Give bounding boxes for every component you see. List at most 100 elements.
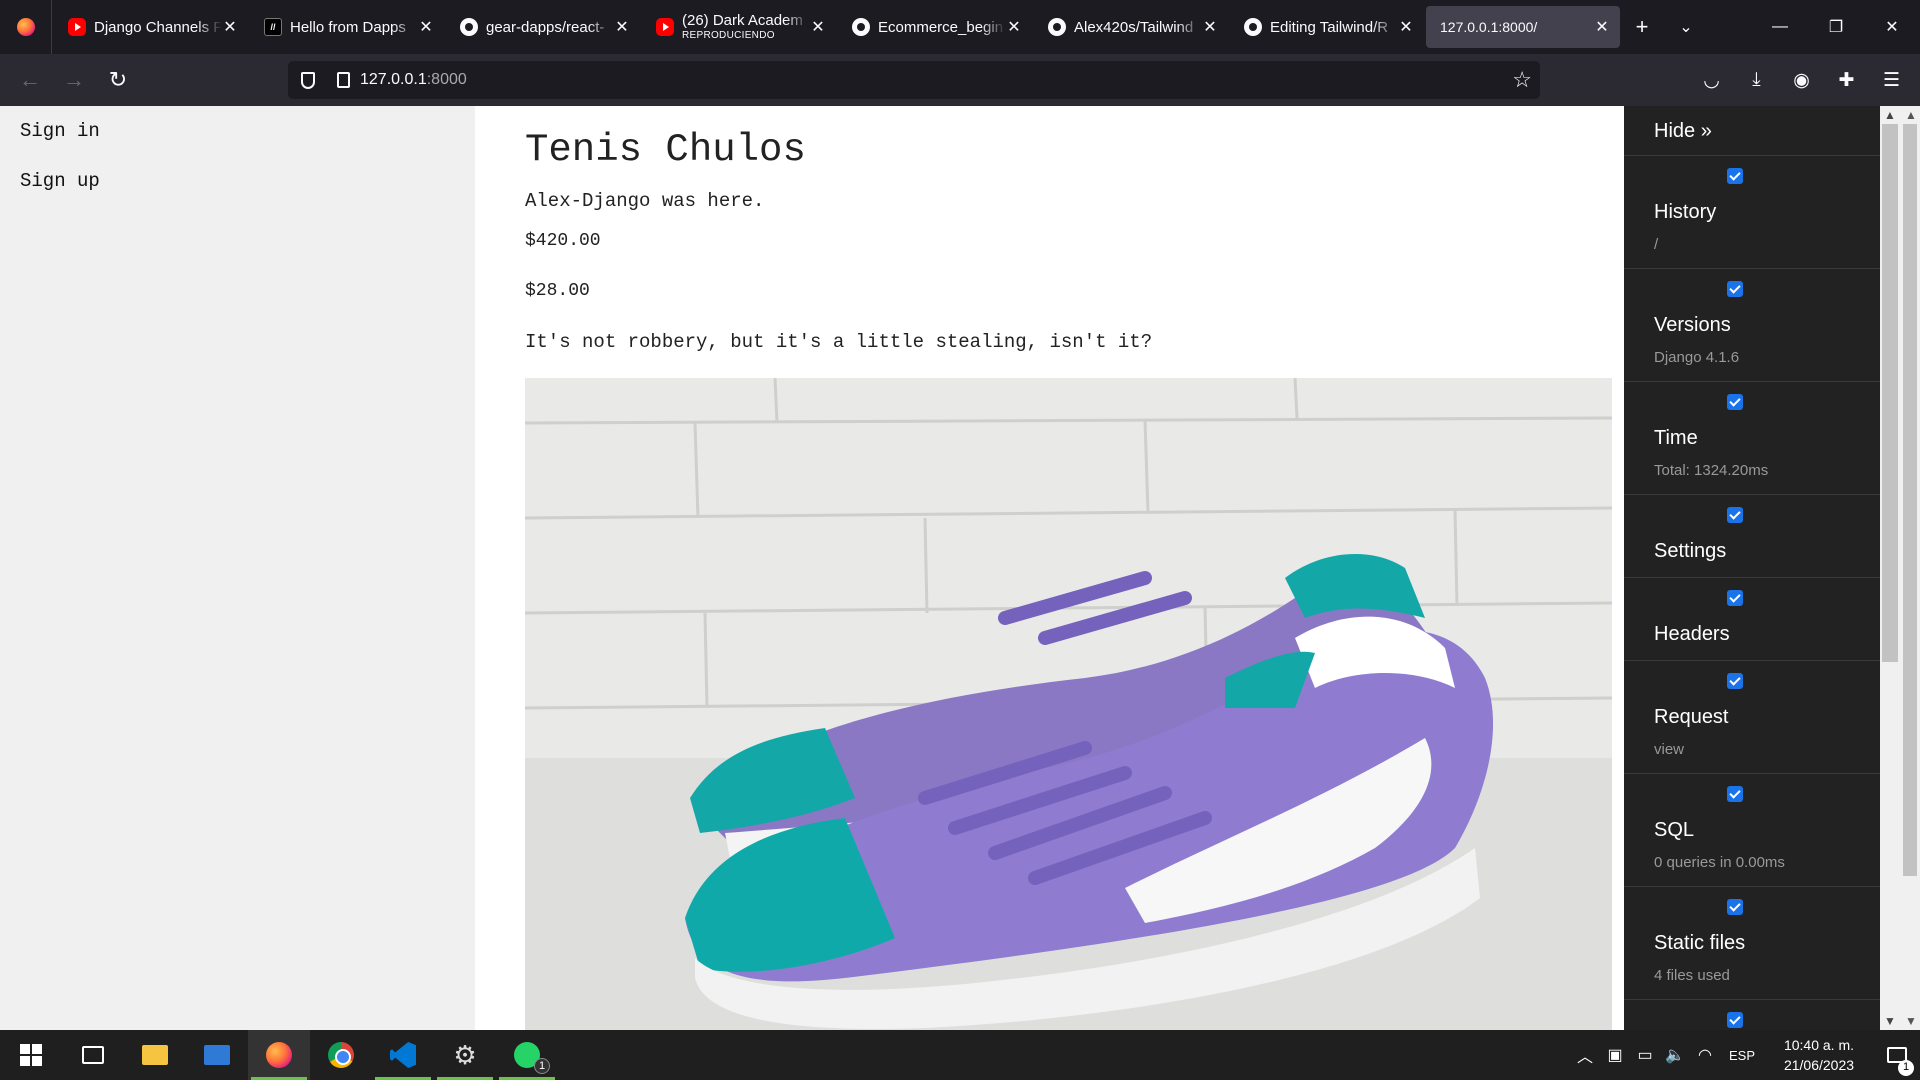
nav-bar: ← → ↻ 127.0.0.1:8000 ☆ ◡ ⤓ ◉ ✚ ☰ bbox=[0, 54, 1920, 106]
panel-static-files[interactable]: Static files 4 files used bbox=[1624, 887, 1880, 1000]
back-button[interactable]: ← bbox=[8, 60, 52, 100]
page-info-icon[interactable] bbox=[328, 72, 358, 88]
meet-now-icon[interactable]: ▣ bbox=[1600, 1045, 1630, 1065]
scroll-down-icon[interactable]: ▼ bbox=[1884, 1014, 1896, 1028]
product-discount-price: $28.00 bbox=[525, 281, 590, 301]
firefox-taskbar-button[interactable] bbox=[248, 1030, 310, 1080]
window-controls: — ❐ ✕ bbox=[1752, 0, 1920, 54]
panel-settings[interactable]: Settings bbox=[1624, 495, 1880, 578]
windows-icon bbox=[20, 1044, 42, 1066]
close-icon[interactable]: ✕ bbox=[1006, 17, 1022, 37]
panel-checkbox[interactable] bbox=[1727, 281, 1743, 297]
tab-editing-tailwind[interactable]: Editing Tailwind/R ✕ bbox=[1230, 6, 1424, 48]
panel-versions[interactable]: Versions Django 4.1.6 bbox=[1624, 269, 1880, 382]
panel-subtitle: 0 queries in 0.00ms bbox=[1654, 854, 1785, 871]
panel-checkbox[interactable] bbox=[1727, 899, 1743, 915]
battery-icon[interactable]: ▭ bbox=[1630, 1045, 1660, 1065]
wifi-icon[interactable]: ◠ bbox=[1690, 1045, 1720, 1065]
extensions-icon[interactable]: ✚ bbox=[1824, 60, 1869, 100]
panel-checkbox[interactable] bbox=[1727, 673, 1743, 689]
tracking-protection-icon[interactable] bbox=[288, 71, 328, 89]
new-tab-button[interactable]: + bbox=[1620, 6, 1664, 48]
sign-up-link[interactable]: Sign up bbox=[20, 170, 100, 192]
close-icon[interactable]: ✕ bbox=[222, 17, 238, 37]
clock[interactable]: 10:40 a. m. 21/06/2023 bbox=[1764, 1035, 1874, 1075]
panel-next[interactable] bbox=[1624, 1000, 1880, 1030]
system-tray: ︿ ▣ ▭ 🔈 ◠ ESP 10:40 a. m. 21/06/2023 1 bbox=[1570, 1030, 1920, 1080]
tab-django-channels[interactable]: Django Channels F ✕ bbox=[54, 6, 248, 48]
url-bar[interactable]: 127.0.0.1:8000 ☆ bbox=[288, 61, 1540, 99]
notifications-button[interactable]: 1 bbox=[1874, 1030, 1920, 1080]
close-icon[interactable]: ✕ bbox=[418, 17, 434, 37]
reload-button[interactable]: ↻ bbox=[96, 60, 140, 100]
close-icon[interactable]: ✕ bbox=[614, 17, 630, 37]
list-all-tabs-button[interactable]: ⌄ bbox=[1664, 6, 1708, 48]
scrollbar-thumb[interactable] bbox=[1882, 124, 1898, 662]
panel-headers[interactable]: Headers bbox=[1624, 578, 1880, 661]
panel-sql[interactable]: SQL 0 queries in 0.00ms bbox=[1624, 774, 1880, 887]
panel-title: Headers bbox=[1654, 623, 1730, 645]
volume-icon[interactable]: 🔈 bbox=[1660, 1045, 1690, 1065]
chrome-taskbar-button[interactable] bbox=[310, 1030, 372, 1080]
hide-toolbar-button[interactable]: Hide » bbox=[1624, 106, 1880, 156]
panel-request[interactable]: Request view bbox=[1624, 661, 1880, 774]
close-window-button[interactable]: ✕ bbox=[1864, 0, 1920, 54]
file-explorer-button[interactable] bbox=[124, 1030, 186, 1080]
tab-hello-from-dapps[interactable]: Hello from Dapps ✕ bbox=[250, 6, 444, 48]
pocket-icon[interactable]: ◡ bbox=[1689, 60, 1734, 100]
url-text[interactable]: 127.0.0.1:8000 bbox=[360, 71, 467, 89]
close-icon[interactable]: ✕ bbox=[1594, 17, 1610, 37]
settings-taskbar-button[interactable]: ⚙ bbox=[434, 1030, 496, 1080]
panel-checkbox[interactable] bbox=[1727, 507, 1743, 523]
downloads-icon[interactable]: ⤓ bbox=[1734, 60, 1779, 100]
tab-title: 127.0.0.1:8000/ bbox=[1440, 19, 1538, 35]
tab-title: Ecommerce_begin bbox=[878, 18, 1004, 36]
input-language[interactable]: ESP bbox=[1720, 1048, 1764, 1063]
panel-title: Static files bbox=[1654, 932, 1746, 954]
youtube-icon bbox=[68, 18, 86, 36]
dapp-icon bbox=[264, 18, 282, 36]
vscode-taskbar-button[interactable] bbox=[372, 1030, 434, 1080]
tab-ecommerce[interactable]: Ecommerce_begin ✕ bbox=[838, 6, 1032, 48]
tab-gear-dapps[interactable]: gear-dapps/react- ✕ bbox=[446, 6, 640, 48]
scrollbar-thumb[interactable] bbox=[1903, 124, 1917, 876]
clock-date: 21/06/2023 bbox=[1783, 1057, 1855, 1073]
whatsapp-taskbar-button[interactable]: 1 bbox=[496, 1030, 558, 1080]
product-note: It's not robbery, but it's a little stea… bbox=[525, 331, 1153, 353]
debug-toolbar-scrollbar[interactable]: ▲ ▼ bbox=[1880, 106, 1900, 1030]
whatsapp-badge: 1 bbox=[534, 1058, 550, 1074]
chevron-up-icon[interactable]: ︿ bbox=[1570, 1043, 1600, 1067]
panel-checkbox[interactable] bbox=[1727, 590, 1743, 606]
task-view-button[interactable] bbox=[62, 1030, 124, 1080]
close-icon[interactable]: ✕ bbox=[810, 17, 826, 37]
panel-checkbox[interactable] bbox=[1727, 394, 1743, 410]
firefox-view-button[interactable] bbox=[0, 0, 52, 54]
tab-alex420s-tailwind[interactable]: Alex420s/Tailwind ✕ bbox=[1034, 6, 1228, 48]
close-icon[interactable]: ✕ bbox=[1398, 17, 1414, 37]
panel-checkbox[interactable] bbox=[1727, 168, 1743, 184]
forward-button[interactable]: → bbox=[52, 60, 96, 100]
panel-history[interactable]: History / bbox=[1624, 156, 1880, 269]
account-icon[interactable]: ◉ bbox=[1779, 60, 1824, 100]
scroll-down-icon[interactable]: ▼ bbox=[1905, 1014, 1917, 1028]
mail-button[interactable] bbox=[186, 1030, 248, 1080]
scroll-up-icon[interactable]: ▲ bbox=[1884, 108, 1896, 122]
debug-toolbar: Hide » History / Versions Django 4.1.6 T… bbox=[1624, 106, 1880, 1030]
restore-button[interactable]: ❐ bbox=[1808, 0, 1864, 54]
start-button[interactable] bbox=[0, 1030, 62, 1080]
sneaker-illustration bbox=[525, 378, 1612, 1030]
panel-checkbox[interactable] bbox=[1727, 786, 1743, 802]
bookmark-star-icon[interactable]: ☆ bbox=[1512, 67, 1532, 93]
scroll-up-icon[interactable]: ▲ bbox=[1905, 108, 1917, 122]
tab-dark-academia[interactable]: (26) Dark Academ REPRODUCIENDO ✕ bbox=[642, 6, 836, 48]
panel-time[interactable]: Time Total: 1324.20ms bbox=[1624, 382, 1880, 495]
tab-localhost[interactable]: 127.0.0.1:8000/ ✕ bbox=[1426, 6, 1620, 48]
panel-checkbox[interactable] bbox=[1727, 1012, 1743, 1028]
sign-in-link[interactable]: Sign in bbox=[20, 120, 100, 142]
panel-title: History bbox=[1654, 201, 1717, 223]
menu-icon[interactable]: ☰ bbox=[1869, 60, 1914, 100]
page-scrollbar[interactable]: ▲ ▼ bbox=[1900, 106, 1920, 1030]
close-icon[interactable]: ✕ bbox=[1202, 17, 1218, 37]
minimize-button[interactable]: — bbox=[1752, 0, 1808, 54]
firefox-icon bbox=[266, 1042, 292, 1068]
